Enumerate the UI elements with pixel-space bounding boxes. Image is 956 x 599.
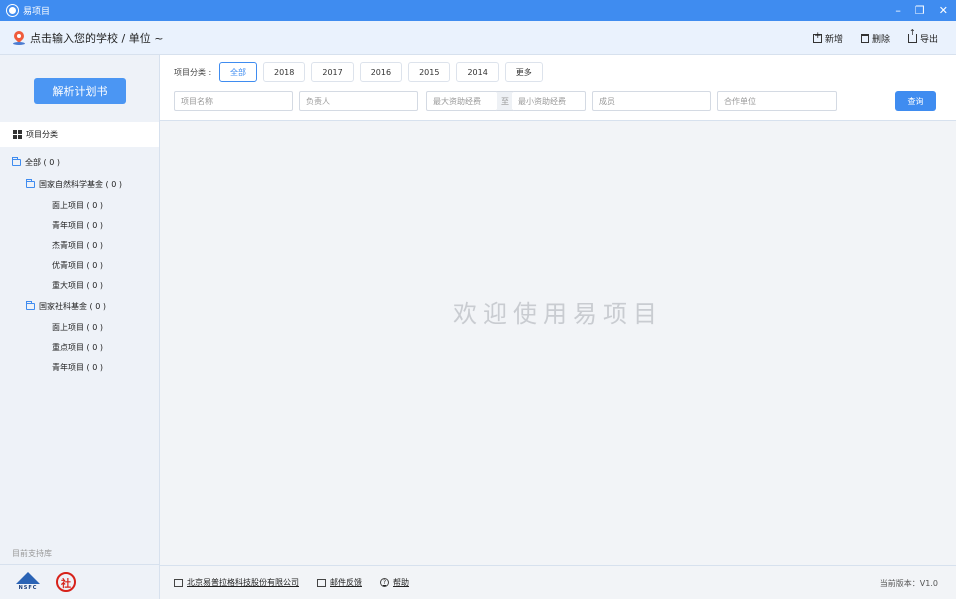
support-label: 目前支持库: [12, 549, 52, 558]
delete-button-label: 删除: [871, 34, 890, 45]
tree-item-nssf-youth[interactable]: 青年项目 ( 0 ): [0, 357, 159, 377]
feedback-link-label: 邮件反馈: [330, 578, 362, 587]
help-link-label: 帮助: [393, 578, 409, 587]
help-icon: ?: [380, 578, 389, 587]
main-content: 欢迎使用易项目: [160, 122, 956, 565]
app-logo-icon: [6, 4, 19, 17]
tree-item-nssf-key[interactable]: 重点项目 ( 0 ): [0, 337, 159, 357]
tree-item-label: 全部 ( 0 ): [25, 157, 60, 167]
tree-item-label: 面上项目 ( 0 ): [52, 200, 103, 210]
folder-icon: [12, 156, 21, 166]
header-actions: 新增 删除 导出: [812, 21, 938, 55]
company-icon: [174, 578, 183, 587]
tree-item-nsfc-major[interactable]: 重大项目 ( 0 ): [0, 275, 159, 295]
member-input[interactable]: 成员: [592, 91, 711, 111]
tree-item-nsfc-youth[interactable]: 青年项目 ( 0 ): [0, 215, 159, 235]
company-link[interactable]: 北京易普拉格科技股份有限公司: [174, 577, 299, 588]
app-header: 点击输入您的学校 / 单位 ~ 新增 删除 导出: [0, 21, 956, 55]
tree-item-label: 重大项目 ( 0 ): [52, 280, 103, 290]
leader-input[interactable]: 负责人: [299, 91, 418, 111]
window-controls: – ❐ ✕: [895, 0, 948, 21]
tree-item-label: 青年项目 ( 0 ): [52, 362, 103, 372]
location-pin-icon: [11, 28, 27, 45]
tree-item-label: 面上项目 ( 0 ): [52, 322, 103, 332]
category-tree: 全部 ( 0 ) 国家自然科学基金 ( 0 ) 面上项目 ( 0 ) 青年项目 …: [0, 151, 159, 377]
tree-item-label: 青年项目 ( 0 ): [52, 220, 103, 230]
category-header-label: 项目分类: [26, 130, 58, 139]
year-tab-more[interactable]: 更多: [504, 62, 543, 82]
school-input[interactable]: 点击输入您的学校 / 单位 ~: [30, 30, 163, 46]
feedback-link[interactable]: 邮件反馈: [317, 577, 362, 588]
nsfc-logo: NSFC: [12, 572, 44, 592]
version-label: 当前版本：V1.0: [879, 578, 938, 588]
welcome-text: 欢迎使用易项目: [453, 300, 663, 328]
year-tabs: 全部 2018 2017 2016 2015 2014 更多: [219, 62, 543, 82]
nssf-logo: 社: [56, 572, 76, 592]
category-header: 项目分类: [0, 122, 159, 147]
tree-item-label: 重点项目 ( 0 ): [52, 342, 103, 352]
tree-item-nsfc-distinguished[interactable]: 杰青项目 ( 0 ): [0, 235, 159, 255]
grid-icon: [13, 130, 22, 139]
window-title: 易项目: [23, 7, 51, 17]
year-tab-2015[interactable]: 2015: [408, 62, 451, 82]
add-button[interactable]: 新增: [812, 31, 843, 45]
tree-item-all[interactable]: 全部 ( 0 ): [0, 151, 159, 173]
mail-icon: [317, 578, 326, 587]
folder-icon: [26, 300, 35, 310]
help-link[interactable]: ? 帮助: [380, 577, 409, 588]
delete-button[interactable]: 删除: [860, 32, 890, 45]
year-tab-2014[interactable]: 2014: [456, 62, 499, 82]
max-fund-input[interactable]: 最大资助经费: [426, 91, 498, 111]
year-tab-2016[interactable]: 2016: [359, 62, 403, 82]
tree-item-label: 国家社科基金 ( 0 ): [39, 301, 106, 311]
close-button[interactable]: ✕: [939, 4, 948, 17]
restore-button[interactable]: ❐: [915, 4, 925, 17]
tree-item-label: 杰青项目 ( 0 ): [52, 240, 103, 250]
tree-item-nsfc-general[interactable]: 面上项目 ( 0 ): [0, 195, 159, 215]
support-logos: NSFC 社: [0, 564, 159, 599]
tree-item-label: 优青项目 ( 0 ): [52, 260, 103, 270]
tree-item-nsfc-excellent[interactable]: 优青项目 ( 0 ): [0, 255, 159, 275]
tree-item-nssf[interactable]: 国家社科基金 ( 0 ): [0, 295, 159, 317]
title-bar: 易项目 – ❐ ✕: [0, 0, 956, 21]
parse-plan-button[interactable]: 解析计划书: [34, 78, 126, 104]
filter-panel: 项目分类 : 全部 2018 2017 2016 2015 2014 更多 项目…: [160, 55, 956, 121]
tree-item-nsfc[interactable]: 国家自然科学基金 ( 0 ): [0, 173, 159, 195]
footer: 北京易普拉格科技股份有限公司 邮件反馈 ? 帮助 当前版本：V1.0: [160, 565, 956, 599]
tree-item-label: 国家自然科学基金 ( 0 ): [39, 179, 122, 189]
query-button[interactable]: 查询: [895, 91, 936, 111]
project-name-input[interactable]: 项目名称: [174, 91, 293, 111]
export-button-label: 导出: [919, 34, 938, 45]
export-button[interactable]: 导出: [907, 28, 938, 45]
range-to-label: 至: [497, 91, 513, 111]
export-icon: [907, 28, 917, 43]
min-fund-input[interactable]: 最小资助经费: [512, 91, 586, 111]
plus-box-icon: [812, 31, 822, 43]
year-tab-2017[interactable]: 2017: [311, 62, 354, 82]
minimize-button[interactable]: –: [895, 4, 901, 17]
company-link-label: 北京易普拉格科技股份有限公司: [187, 578, 299, 587]
nsfc-logo-text: NSFC: [18, 585, 38, 591]
sidebar: 解析计划书 项目分类 全部 ( 0 ) 国家自然科学基金 ( 0 ) 面上项目 …: [0, 55, 160, 599]
category-filter-label: 项目分类 :: [174, 68, 212, 77]
trash-icon: [860, 33, 869, 43]
year-tab-all[interactable]: 全部: [219, 62, 257, 82]
partner-input[interactable]: 合作单位: [717, 91, 837, 111]
year-tab-2018[interactable]: 2018: [263, 62, 306, 82]
add-button-label: 新增: [824, 34, 843, 45]
tree-item-nssf-general[interactable]: 面上项目 ( 0 ): [0, 317, 159, 337]
folder-icon: [26, 178, 35, 188]
